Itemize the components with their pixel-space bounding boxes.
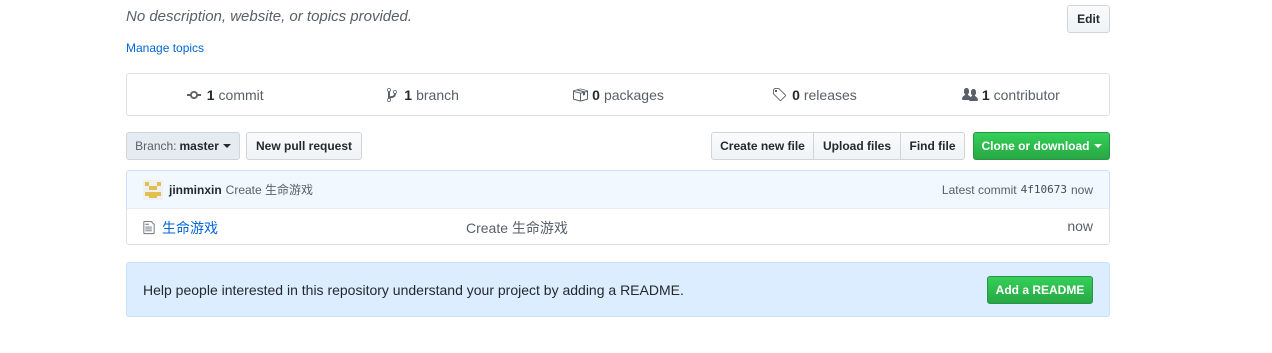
- branch-name: master: [179, 139, 219, 153]
- file-icon: [143, 220, 155, 235]
- readme-banner-text: Help people interested in this repositor…: [143, 281, 684, 298]
- packages-stat[interactable]: 0 packages: [520, 87, 716, 103]
- package-icon: [573, 88, 589, 101]
- new-pull-request-button[interactable]: New pull request: [246, 132, 362, 160]
- commit-author[interactable]: jinminxin: [169, 183, 222, 197]
- commits-stat[interactable]: 1 commit: [127, 87, 323, 103]
- repo-description: No description, website, or topics provi…: [126, 8, 412, 25]
- caret-down-icon: [222, 144, 231, 148]
- tag-icon: [773, 87, 787, 101]
- file-row: 生命游戏 Create 生命游戏 now: [126, 208, 1110, 245]
- manage-topics-link[interactable]: Manage topics: [126, 41, 204, 55]
- branches-count: 1: [404, 86, 413, 103]
- branch-select-button[interactable]: Branch: master: [126, 132, 240, 160]
- contributors-count: 1: [981, 86, 990, 103]
- readme-banner: Help people interested in this repositor…: [126, 262, 1110, 317]
- numbers-summary: 1 commit 1 branch 0 packages 0 releases …: [126, 73, 1110, 116]
- branch-prefix: Branch:: [135, 139, 177, 153]
- releases-stat[interactable]: 0 releases: [716, 87, 912, 103]
- commits-count: 1: [206, 86, 215, 103]
- releases-label: releases: [803, 86, 857, 103]
- file-name-link[interactable]: 生命游戏: [162, 218, 218, 238]
- commit-message[interactable]: Create 生命游戏: [226, 181, 313, 198]
- contributors-label: contributor: [993, 86, 1060, 103]
- find-file-button[interactable]: Find file: [900, 132, 965, 160]
- upload-files-button[interactable]: Upload files: [813, 132, 901, 160]
- file-commit-message[interactable]: Create 生命游戏: [466, 218, 568, 238]
- commit-age: now: [1070, 182, 1093, 197]
- clone-download-button[interactable]: Clone or download: [973, 132, 1110, 160]
- clone-download-label: Clone or download: [981, 139, 1090, 153]
- people-icon: [961, 87, 978, 101]
- latest-commit-info: Latest commit 4f10673 now: [942, 183, 1093, 197]
- commits-label: commit: [218, 86, 264, 103]
- branch-icon: [387, 87, 398, 102]
- packages-count: 0: [592, 86, 600, 103]
- file-age: now: [1067, 218, 1093, 234]
- edit-button[interactable]: Edit: [1067, 5, 1110, 33]
- latest-commit-prefix: Latest commit: [941, 182, 1017, 197]
- avatar[interactable]: [143, 179, 163, 200]
- commit-icon: [186, 90, 201, 99]
- caret-down-icon: [1093, 144, 1102, 148]
- releases-count: 0: [792, 86, 800, 103]
- contributors-stat[interactable]: 1 contributor: [913, 87, 1109, 103]
- commit-sha[interactable]: 4f10673: [1021, 183, 1067, 196]
- latest-commit-bar: jinminxin Create 生命游戏 Latest commit 4f10…: [126, 170, 1110, 209]
- branches-label: branch: [416, 86, 459, 103]
- add-readme-button[interactable]: Add a README: [987, 275, 1093, 304]
- packages-label: packages: [603, 86, 664, 103]
- create-new-file-button[interactable]: Create new file: [711, 132, 814, 160]
- branches-stat[interactable]: 1 branch: [323, 87, 519, 103]
